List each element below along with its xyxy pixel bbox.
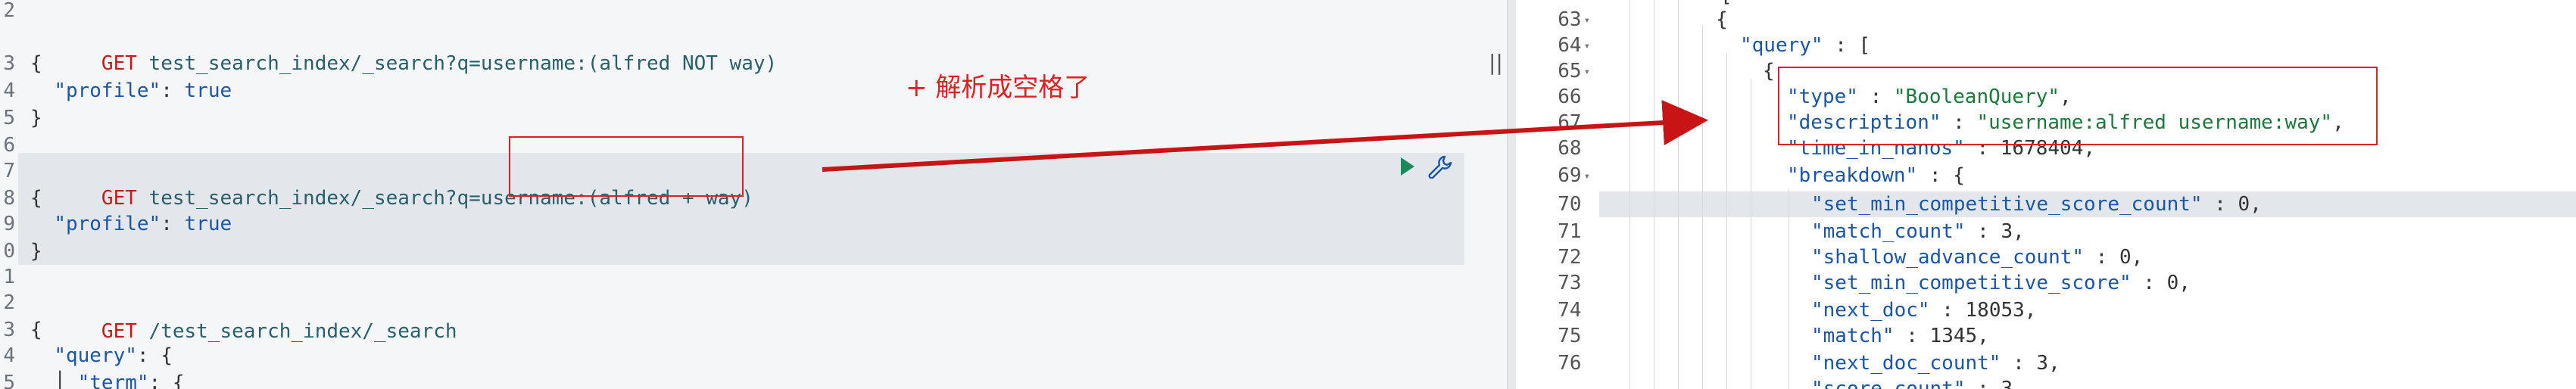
json-number-value: 0 bbox=[2119, 246, 2132, 269]
line-number: 72▾ bbox=[1558, 246, 1582, 269]
line-number: 3 bbox=[3, 319, 15, 341]
code-line: "set_min_competitive_score" : 0, bbox=[1811, 272, 2191, 294]
code-line: { bbox=[30, 187, 42, 210]
description-highlight-box bbox=[1778, 67, 2378, 145]
code-line: { bbox=[1763, 60, 1775, 82]
request-editor[interactable]: 2 3 4 5 6 7 8 9 0 1 2 3 4 5 GET test_sea… bbox=[0, 0, 1507, 389]
line-number: 74▾ bbox=[1558, 299, 1582, 322]
line-number: 4 bbox=[3, 79, 15, 102]
line-number: 4 bbox=[3, 344, 15, 367]
json-number-value: 18053 bbox=[1965, 299, 2025, 322]
json-number-value: 3 bbox=[2036, 352, 2049, 375]
line-number: 1 bbox=[3, 266, 15, 288]
line-number: 73▾ bbox=[1558, 272, 1582, 294]
code-line: { bbox=[30, 319, 42, 341]
http-method: GET bbox=[101, 320, 137, 343]
line-number: 8 bbox=[3, 187, 15, 210]
code-line: { bbox=[1716, 8, 1728, 31]
line-number: 7 bbox=[3, 160, 15, 182]
code-line: "match_count" : 3, bbox=[1811, 220, 2025, 243]
request-line[interactable]: GET /test_search_index/_search bbox=[30, 291, 457, 343]
indent-guide bbox=[1629, 0, 1630, 389]
line-number: 64 ▾ bbox=[1558, 34, 1590, 57]
json-number-value: 0 bbox=[2238, 193, 2250, 216]
json-key: "next_doc_count" bbox=[1811, 352, 2001, 375]
request-line[interactable]: GET test_search_index/_search?q=username… bbox=[30, 23, 777, 75]
json-key: "query" bbox=[54, 344, 137, 367]
json-key: "query" bbox=[1740, 34, 1823, 57]
wrench-settings-icon[interactable] bbox=[1427, 154, 1452, 179]
line-number: 75▾ bbox=[1558, 325, 1582, 347]
json-key: "profile" bbox=[54, 79, 161, 102]
code-line: "shallow_advance_count" : 0, bbox=[1811, 246, 2144, 269]
splitter-handle-icon[interactable]: || bbox=[1489, 50, 1503, 75]
http-method: GET bbox=[101, 52, 137, 75]
fold-toggle-icon[interactable]: ▾ bbox=[1584, 170, 1590, 182]
line-number: 5 bbox=[3, 107, 15, 129]
code-line: "next_doc_count" : 3, bbox=[1811, 352, 2060, 375]
json-key: "profile" bbox=[54, 213, 161, 235]
code-line: { bbox=[30, 52, 42, 75]
code-line: "query" : [ bbox=[1740, 34, 1871, 57]
code-line: "next_doc" : 18053, bbox=[1811, 299, 2037, 322]
json-value: true bbox=[184, 213, 232, 235]
line-number: 69 ▾ bbox=[1558, 164, 1590, 187]
line-number: 2 bbox=[3, 0, 15, 22]
json-key: "breakdown" bbox=[1787, 164, 1918, 187]
json-number-value: 3 bbox=[2001, 378, 2013, 389]
json-key: "next_doc" bbox=[1811, 299, 1930, 322]
line-number: 6 bbox=[3, 134, 15, 157]
kibana-dev-tools-console: 2 3 4 5 6 7 8 9 0 1 2 3 4 5 GET test_sea… bbox=[0, 0, 2576, 389]
fold-toggle-icon[interactable]: ▾ bbox=[1584, 40, 1590, 52]
json-value: true bbox=[184, 79, 232, 102]
query-highlight-box bbox=[509, 136, 744, 197]
json-key: "score_count" bbox=[1811, 378, 1966, 389]
response-panel[interactable]: 63▾ 64▾ 65▾ 66▾ 67▾ 68▾ 69▾ 70▾ 71▾ 72▾ … bbox=[1516, 0, 2576, 389]
code-line: "profile": true bbox=[54, 79, 232, 102]
fold-toggle-icon[interactable]: ▾ bbox=[1584, 14, 1590, 26]
code-line: } bbox=[30, 107, 42, 129]
json-number-value: 1345 bbox=[1929, 325, 1978, 347]
http-method: GET bbox=[101, 187, 137, 210]
code-line: "breakdown" : { bbox=[1787, 164, 1965, 187]
line-number: 68▾ bbox=[1558, 137, 1582, 160]
code-line-active: "set_min_competitive_score_count" : 0, bbox=[1811, 193, 2262, 216]
code-line: "match" : 1345, bbox=[1811, 325, 1989, 347]
json-key: "match_count" bbox=[1811, 220, 1966, 243]
request-editor-gutter: 2 3 4 5 6 7 8 9 0 1 2 3 4 5 bbox=[0, 0, 18, 389]
line-number: 9 bbox=[3, 213, 15, 235]
request-url: test_search_index/_search?q=username:(al… bbox=[148, 52, 778, 75]
line-number: 65 ▾ bbox=[1558, 60, 1590, 82]
line-number: 5 bbox=[3, 372, 15, 389]
json-key: "match" bbox=[1811, 325, 1895, 347]
annotation-label: + 解析成空格了 bbox=[906, 73, 1090, 103]
fold-toggle-icon[interactable]: ▾ bbox=[1584, 66, 1590, 78]
line-number: 67▾ bbox=[1558, 111, 1582, 134]
json-key: "shallow_advance_count" bbox=[1811, 246, 2085, 269]
run-request-icon[interactable] bbox=[1401, 157, 1414, 176]
line-number: 2 bbox=[3, 291, 15, 314]
response-gutter: 63▾ 64▾ 65▾ 66▾ 67▾ 68▾ 69▾ 70▾ 71▾ 72▾ … bbox=[1516, 0, 1599, 389]
code-line: │ "term": { bbox=[30, 369, 184, 389]
line-number: 0 bbox=[3, 240, 15, 263]
code-line: "profile": true bbox=[54, 213, 232, 235]
line-number: 66▾ bbox=[1558, 86, 1582, 108]
json-number-value: 0 bbox=[2166, 272, 2179, 294]
indent-guide bbox=[1702, 26, 1703, 389]
json-number-value: 3 bbox=[2001, 220, 2013, 243]
code-line: } bbox=[30, 240, 42, 263]
line-number: 71▾ bbox=[1558, 220, 1582, 243]
line-number: 3 bbox=[3, 52, 15, 75]
line-number: 70▾ bbox=[1558, 193, 1582, 216]
request-url: /test_search_index/_search bbox=[148, 320, 457, 343]
json-key: "term" bbox=[77, 372, 149, 389]
indent-guide bbox=[1726, 53, 1727, 389]
code-line: "query": { bbox=[54, 344, 173, 367]
line-number: 63 ▾ bbox=[1558, 8, 1590, 31]
code-line: "score_count" : 3 bbox=[1811, 376, 2013, 389]
json-key: "set_min_competitive_score" bbox=[1811, 272, 2132, 294]
json-key: "set_min_competitive_score_count" bbox=[1811, 193, 2203, 216]
line-number: 76▾ bbox=[1558, 352, 1582, 375]
indent-guide bbox=[1678, 0, 1679, 389]
